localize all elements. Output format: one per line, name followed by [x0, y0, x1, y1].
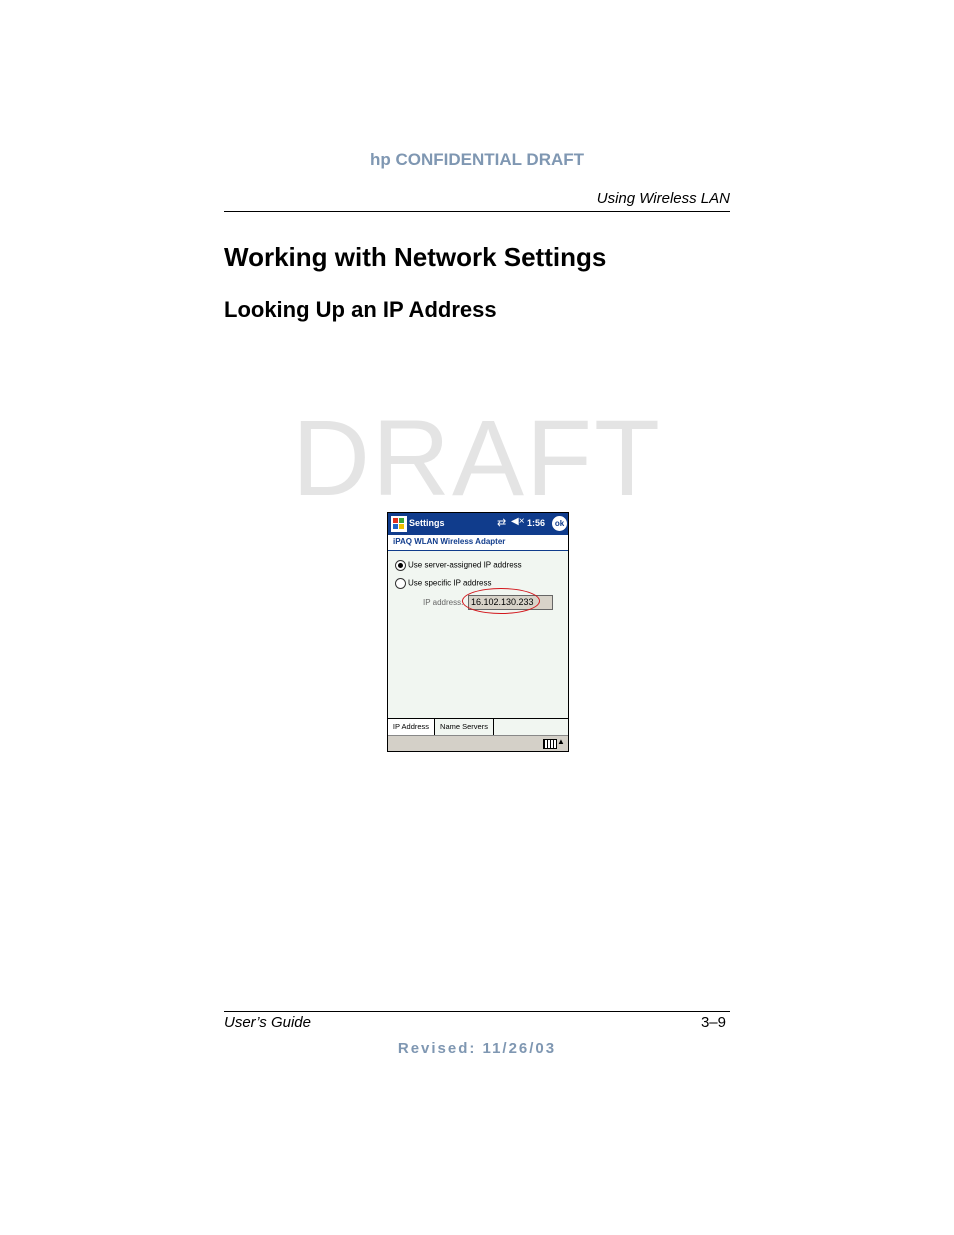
draft-watermark: DRAFT — [292, 397, 662, 518]
input-panel-arrow-icon[interactable]: ▲ — [557, 737, 565, 746]
tab-name-servers[interactable]: Name Servers — [435, 719, 494, 735]
ip-address-label: IP address: — [423, 598, 464, 607]
page-number: 3–9 — [700, 1014, 726, 1031]
menu-bar: ▲ — [388, 735, 568, 751]
highlight-circle — [462, 588, 540, 614]
header-rule — [224, 211, 730, 212]
clock[interactable]: 1:56 — [527, 518, 545, 528]
ok-button[interactable]: ok — [552, 516, 567, 531]
connectivity-icon[interactable]: ⇄ — [497, 516, 506, 529]
subsection-heading: Looking Up an IP Address — [224, 297, 497, 322]
keyboard-icon[interactable] — [543, 739, 557, 749]
radio-unselected-icon[interactable] — [395, 578, 406, 589]
confidential-banner: hp CONFIDENTIAL DRAFT — [369, 150, 585, 169]
option-specific-ip[interactable]: Use specific IP address — [395, 578, 491, 589]
footer-guide-title: User’s Guide — [224, 1014, 311, 1031]
speaker-icon[interactable]: ◀× — [511, 516, 525, 527]
tab-bar: IP Address Name Servers — [388, 718, 568, 736]
revised-date: Revised: 11/26/03 — [397, 1040, 557, 1057]
windows-start-icon[interactable] — [391, 516, 407, 532]
section-heading: Working with Network Settings — [224, 242, 607, 272]
adapter-header: iPAQ WLAN Wireless Adapter — [388, 535, 568, 551]
pocketpc-screenshot: Settings ⇄ ◀× 1:56 ok iPAQ WLAN Wireless… — [387, 512, 569, 752]
radio-selected-icon[interactable] — [395, 560, 406, 571]
option-server-assigned[interactable]: Use server-assigned IP address — [395, 560, 522, 571]
tab-ip-address[interactable]: IP Address — [388, 719, 435, 735]
adapter-name: iPAQ WLAN Wireless Adapter — [393, 537, 506, 546]
running-head: Using Wireless LAN — [596, 190, 730, 207]
footer-rule — [224, 1011, 730, 1012]
option-label: Use specific IP address — [408, 578, 492, 588]
window-title: Settings — [409, 518, 445, 528]
title-bar: Settings ⇄ ◀× 1:56 ok — [388, 513, 568, 535]
option-label: Use server-assigned IP address — [408, 560, 522, 570]
